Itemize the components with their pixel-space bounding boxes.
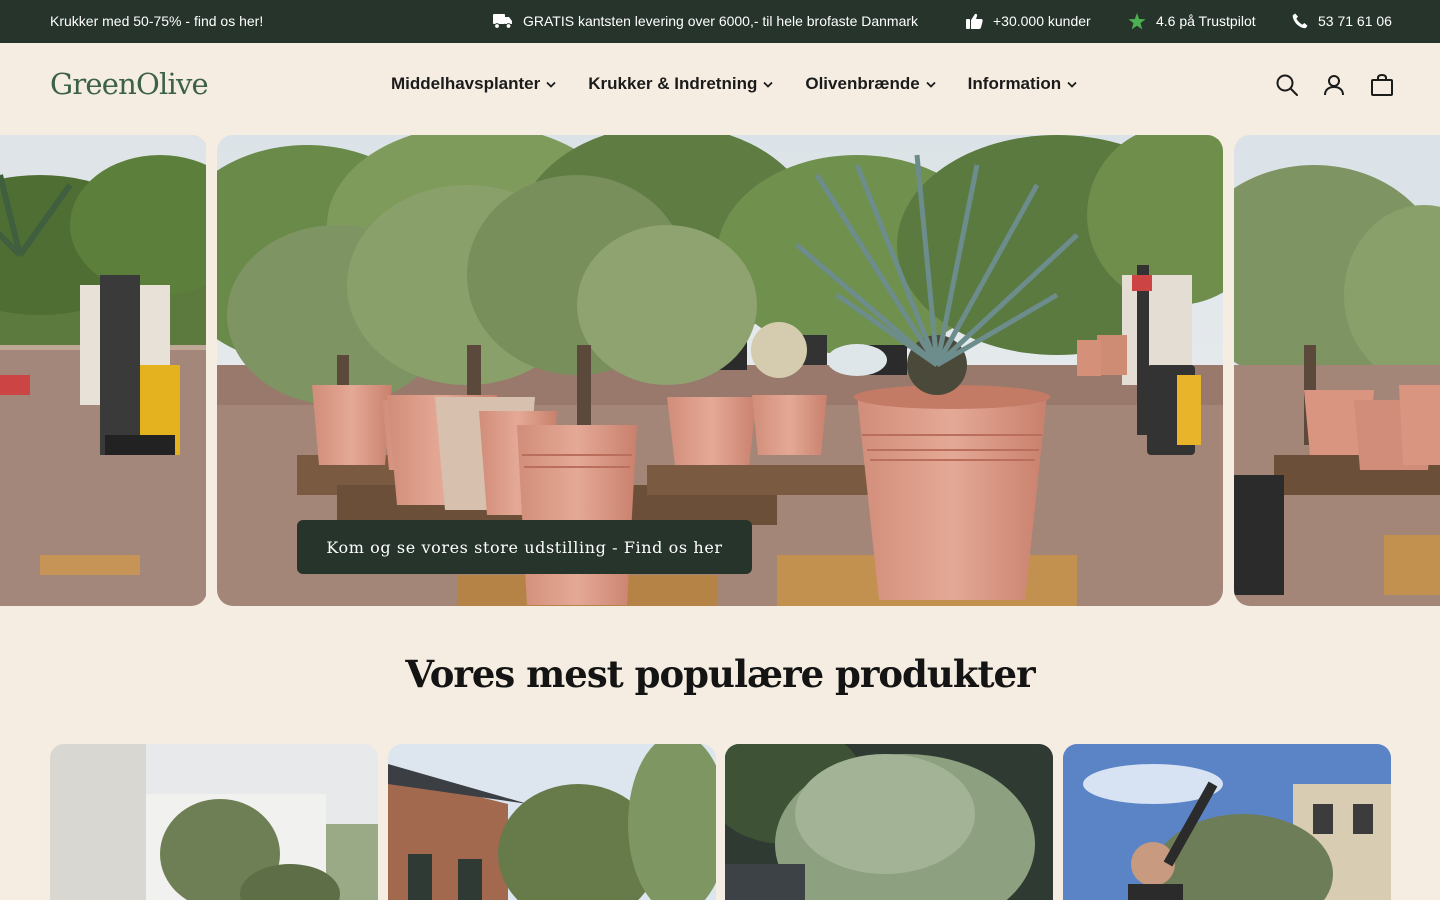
user-icon bbox=[1324, 75, 1344, 96]
product-image bbox=[1063, 744, 1391, 900]
truck-icon bbox=[493, 14, 512, 29]
nursery-photo bbox=[1234, 135, 1440, 606]
hero-slide-previous[interactable] bbox=[0, 135, 207, 606]
free-delivery-text: GRATIS kantsten levering over 6000,- til… bbox=[523, 13, 919, 29]
promo-link[interactable]: Krukker med 50-75% - find os her! bbox=[50, 13, 263, 29]
logo[interactable]: GreenOlive bbox=[50, 67, 209, 101]
site-header: GreenOlive Middelhavsplanter Krukker & I… bbox=[0, 43, 1440, 135]
shopping-bag-icon bbox=[1371, 73, 1393, 96]
chevron-down-icon bbox=[546, 81, 556, 88]
customers-perk: +30.000 kunder bbox=[966, 12, 1091, 30]
search-button[interactable] bbox=[1275, 73, 1299, 97]
star-icon bbox=[1128, 12, 1146, 29]
chevron-down-icon bbox=[763, 81, 773, 88]
thumbs-up-icon bbox=[966, 13, 983, 29]
product-card[interactable] bbox=[725, 744, 1053, 900]
main-nav: Middelhavsplanter Krukker & Indretning O… bbox=[391, 74, 1077, 94]
nav-label: Olivenbrænde bbox=[805, 74, 920, 93]
product-image bbox=[50, 744, 378, 900]
phone-number: 53 71 61 06 bbox=[1318, 13, 1392, 29]
nursery-photo bbox=[0, 135, 206, 606]
nav-krukker-indretning[interactable]: Krukker & Indretning bbox=[588, 74, 773, 94]
nav-middelhavsplanter[interactable]: Middelhavsplanter bbox=[391, 74, 556, 94]
account-button[interactable] bbox=[1322, 73, 1346, 97]
find-us-button[interactable]: Kom og se vores store udstilling - Find … bbox=[297, 520, 752, 574]
free-delivery-perk: GRATIS kantsten levering over 6000,- til… bbox=[493, 12, 918, 30]
nav-olivenbraende[interactable]: Olivenbrænde bbox=[805, 74, 936, 94]
nav-label: Middelhavsplanter bbox=[391, 74, 541, 93]
product-image bbox=[388, 744, 716, 900]
nav-label: Krukker & Indretning bbox=[588, 74, 758, 93]
search-icon bbox=[1276, 74, 1298, 96]
product-card[interactable] bbox=[388, 744, 716, 900]
chevron-down-icon bbox=[1067, 81, 1077, 88]
trustpilot-perk[interactable]: 4.6 på Trustpilot bbox=[1128, 12, 1256, 30]
announcement-bar: Krukker med 50-75% - find os her! GRATIS… bbox=[0, 0, 1440, 43]
chevron-down-icon bbox=[926, 81, 936, 88]
hero-slide-next[interactable] bbox=[1234, 135, 1440, 606]
trustpilot-text: 4.6 på Trustpilot bbox=[1156, 13, 1256, 29]
product-image bbox=[725, 744, 1053, 900]
product-card[interactable] bbox=[50, 744, 378, 900]
customers-text: +30.000 kunder bbox=[993, 13, 1091, 29]
phone-icon bbox=[1292, 13, 1308, 29]
nav-information[interactable]: Information bbox=[968, 74, 1078, 94]
cart-button[interactable] bbox=[1370, 73, 1394, 97]
phone-perk[interactable]: 53 71 61 06 bbox=[1292, 12, 1392, 30]
section-title: Vores mest populære produkter bbox=[405, 652, 1035, 696]
product-card[interactable] bbox=[1063, 744, 1391, 900]
nav-label: Information bbox=[967, 74, 1062, 93]
